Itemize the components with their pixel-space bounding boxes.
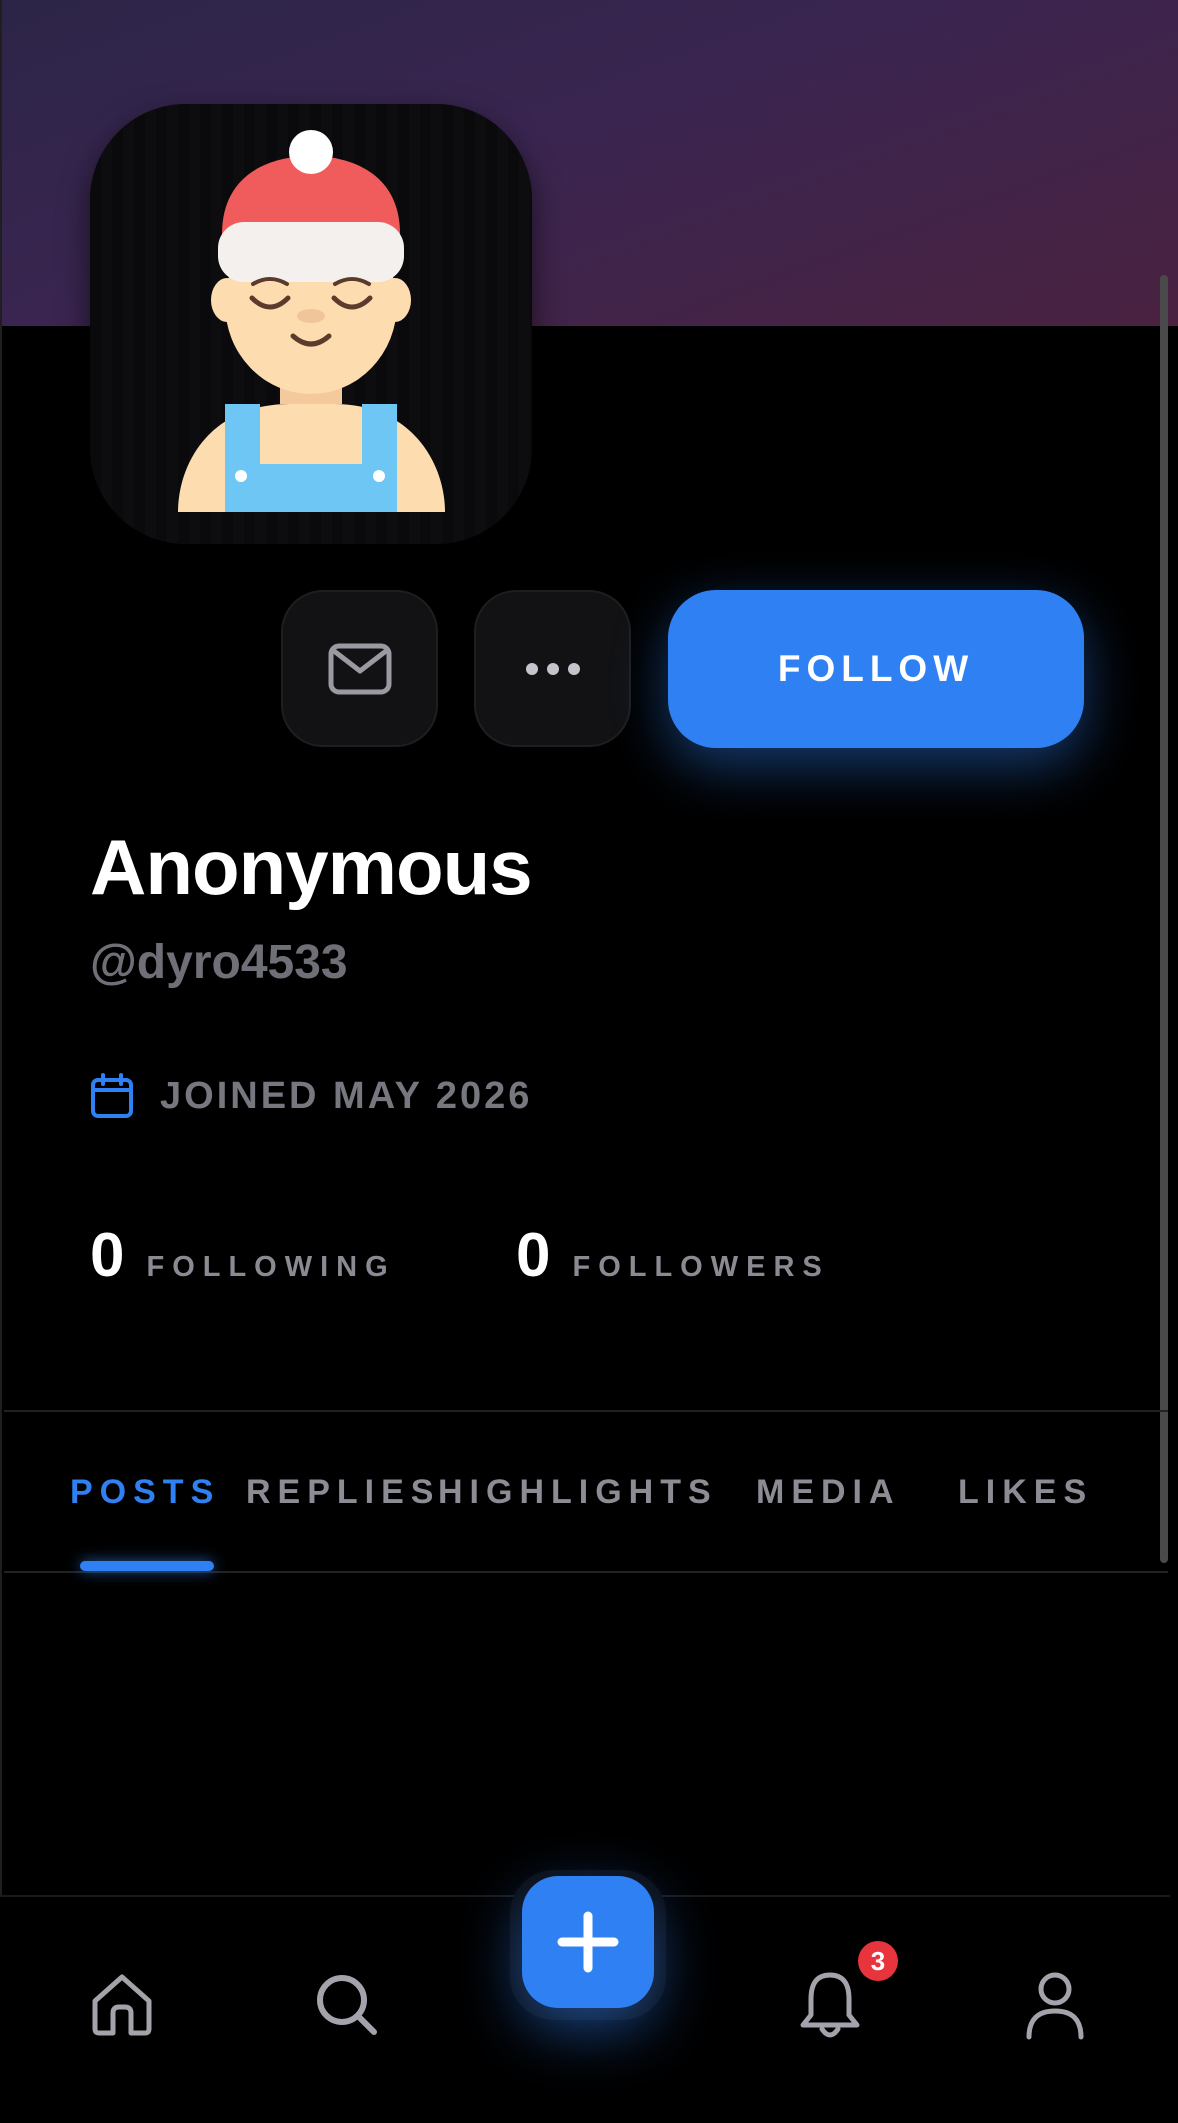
tab-likes[interactable]: LIKES (958, 1470, 1093, 1514)
active-tab-indicator (80, 1561, 214, 1571)
more-options-button[interactable] (474, 590, 631, 747)
following-label: FOLLOWING (146, 1251, 396, 1283)
scrollbar[interactable] (1160, 275, 1168, 1563)
followers-stat[interactable]: 0 FOLLOWERS (516, 1220, 830, 1291)
tab-posts[interactable]: POSTS (70, 1470, 220, 1514)
tab-media[interactable]: MEDIA (756, 1470, 901, 1514)
notification-badge: 3 (858, 1941, 898, 1981)
follow-button[interactable]: FOLLOW (668, 590, 1084, 748)
person-avatar-icon (90, 104, 532, 544)
avatar[interactable] (90, 104, 532, 544)
bell-icon (800, 1972, 860, 2038)
user-handle: @dyro4533 (90, 936, 348, 989)
home-icon (92, 1974, 152, 2036)
profile-icon (1026, 1972, 1084, 2040)
following-count: 0 (90, 1221, 125, 1290)
followers-label: FOLLOWERS (572, 1251, 830, 1283)
more-horizontal-icon (525, 662, 580, 675)
nav-search[interactable] (312, 1970, 382, 2040)
frame-edge (0, 0, 2, 2123)
joined-date: JOINED MAY 2026 (90, 1068, 532, 1124)
search-icon (317, 1975, 377, 2035)
joined-text: JOINED MAY 2026 (160, 1074, 533, 1117)
calendar-icon (91, 1073, 133, 1118)
compose-plus-icon (557, 1911, 619, 1973)
message-button[interactable] (281, 590, 438, 747)
compose-button[interactable] (522, 1876, 654, 2008)
tab-replies[interactable]: REPLIES (246, 1470, 440, 1514)
display-name: Anonymous (90, 823, 533, 911)
following-stat[interactable]: 0 FOLLOWING (90, 1220, 396, 1291)
mail-icon (328, 643, 391, 694)
followers-count: 0 (516, 1221, 551, 1290)
nav-profile[interactable] (1020, 1968, 1090, 2044)
nav-home[interactable] (86, 1968, 158, 2040)
nav-notifications[interactable] (794, 1968, 866, 2044)
tab-highlights[interactable]: HIGHLIGHTS (438, 1470, 718, 1514)
